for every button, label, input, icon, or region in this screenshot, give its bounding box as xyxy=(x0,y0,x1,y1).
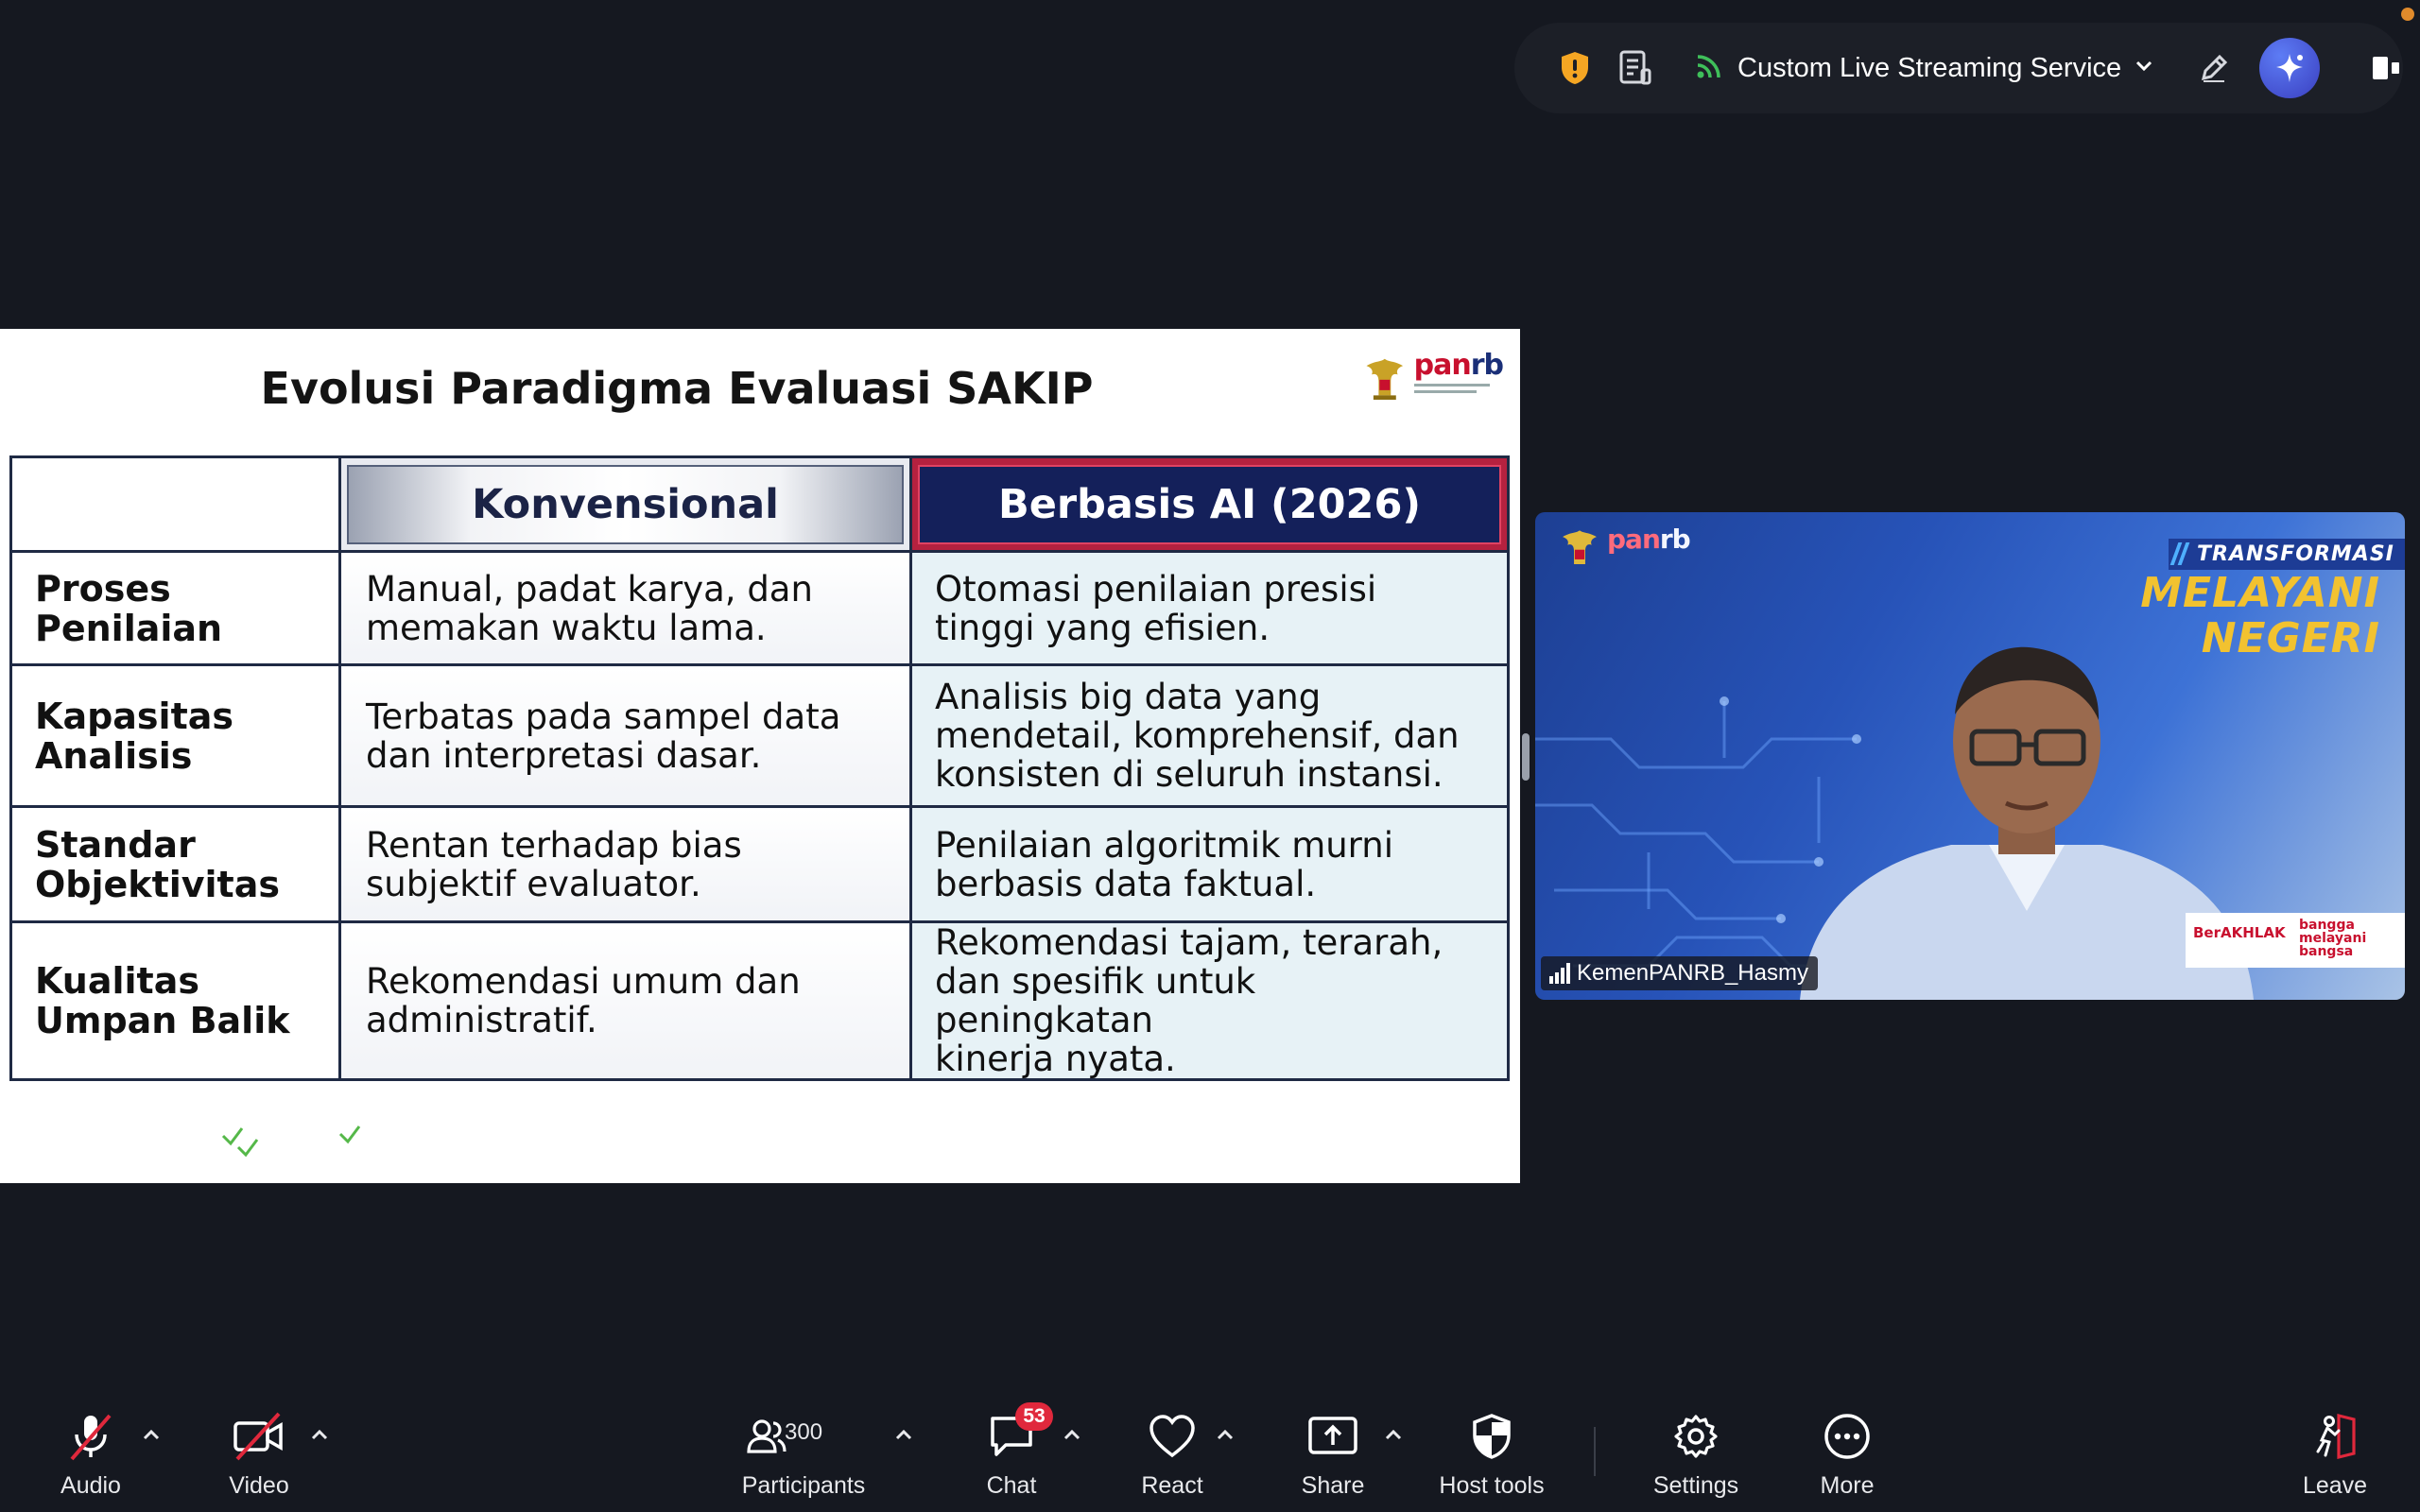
berbasis-ai-cell: Penilaian algoritmik murni berbasis data … xyxy=(909,805,1510,923)
react-options-chevron-icon[interactable] xyxy=(1214,1423,1236,1446)
konvensional-cell: Rentan terhadap bias subjektif evaluator. xyxy=(338,805,912,923)
react-button[interactable]: React xyxy=(1134,1408,1210,1512)
shared-screen-slide: Evolusi Paradigma Evaluasi SAKIP panrb K… xyxy=(0,329,1520,1183)
camera-off-icon xyxy=(231,1408,287,1465)
berbasis-ai-cell: Rekomendasi tajam, terarah, dan spesifik … xyxy=(909,920,1510,1081)
host-tools-button[interactable]: Host tools xyxy=(1435,1408,1548,1512)
panrb-logo: panrb xyxy=(1361,349,1504,412)
live-stream-label: Custom Live Streaming Service xyxy=(1737,52,2122,83)
chat-button[interactable]: 53 Chat xyxy=(974,1402,1053,1512)
table-header-row: Konvensional Berbasis AI (2026) xyxy=(9,455,1510,553)
meeting-info-icon[interactable] xyxy=(1613,45,1658,91)
panel-resize-handle[interactable] xyxy=(1522,733,1530,781)
transformasi-tag: TRANSFORMASI xyxy=(2169,539,2405,570)
participant-video-tile[interactable]: panrb TRANSFORMASI MELAYANI NEGERI BerAK… xyxy=(1535,512,2405,1000)
chevron-down-icon[interactable] xyxy=(2135,60,2153,77)
ai-companion-button[interactable] xyxy=(2259,38,2320,98)
audio-options-chevron-icon[interactable] xyxy=(140,1423,163,1446)
table-row: Kapasitas Analisis Terbatas pada sampel d… xyxy=(9,663,1510,808)
more-ellipsis-icon xyxy=(1819,1408,1876,1465)
header-konvensional: Konvensional xyxy=(338,455,912,553)
toolbar-divider xyxy=(1594,1427,1596,1476)
video-panrb-logo: panrb xyxy=(1558,524,1691,571)
garuda-emblem-icon xyxy=(1366,358,1404,400)
video-button[interactable]: Video xyxy=(221,1408,297,1512)
berbasis-ai-cell: Analisis big data yang mendetail, kompreh… xyxy=(909,663,1510,808)
share-options-chevron-icon[interactable] xyxy=(1382,1423,1405,1446)
table-row: Kualitas Umpan Balik Rekomendasi umum dan… xyxy=(9,920,1510,1081)
comparison-table: Konvensional Berbasis AI (2026) Proses Pe… xyxy=(9,455,1510,1081)
header-empty-cell xyxy=(9,455,341,553)
microphone-muted-icon xyxy=(62,1408,119,1465)
annotate-pencil-icon[interactable] xyxy=(2191,45,2237,91)
side-panel-icon[interactable] xyxy=(2363,45,2409,91)
security-shield-icon[interactable] xyxy=(1552,45,1598,91)
panrb-wordmark: panrb xyxy=(1413,349,1504,382)
meeting-controls-toolbar: Audio Video 300 Participants 53 Chat Rea… xyxy=(0,1370,2420,1512)
garuda-emblem-icon xyxy=(1563,530,1597,565)
table-row: Proses Penilaian Manual, padat karya, dan… xyxy=(9,550,1510,666)
participants-icon xyxy=(747,1419,786,1453)
participants-button[interactable]: 300 Participants xyxy=(737,1408,870,1512)
leave-button[interactable]: Leave xyxy=(2297,1408,2373,1512)
participants-count: 300 xyxy=(785,1419,823,1445)
meeting-info-bar: Custom Live Streaming Service xyxy=(1514,23,2403,113)
chat-options-chevron-icon[interactable] xyxy=(1061,1423,1083,1446)
heart-icon xyxy=(1144,1408,1201,1465)
berbasis-ai-cell: Otomasi penilaian presisi tinggi yang efi… xyxy=(909,550,1510,666)
check-marks-decoration xyxy=(221,1125,361,1158)
konvensional-cell: Manual, padat karya, dan memakan waktu la… xyxy=(338,550,912,666)
row-label: Proses Penilaian xyxy=(9,550,341,666)
host-shield-icon xyxy=(1463,1408,1520,1465)
video-panrb-wordmark: panrb xyxy=(1607,524,1691,555)
signal-strength-icon xyxy=(1549,963,1570,984)
leave-door-icon xyxy=(2307,1408,2363,1465)
sparkle-icon xyxy=(2276,54,2303,82)
participant-name-label: KemenPANRB_Hasmy xyxy=(1541,956,1818,990)
row-label: Kualitas Umpan Balik xyxy=(9,920,341,1081)
berakhlak-banner: BerAKHLAK bangga melayani bangsa xyxy=(2186,913,2405,968)
table-row: Standar Objektivitas Rentan terhadap bias… xyxy=(9,805,1510,923)
audio-button[interactable]: Audio xyxy=(53,1408,129,1512)
header-berbasis-ai: Berbasis AI (2026) xyxy=(909,455,1510,553)
chat-unread-badge: 53 xyxy=(1015,1402,1053,1431)
konvensional-cell: Terbatas pada sampel data dan interpretas… xyxy=(338,663,912,808)
live-stream-icon xyxy=(1694,51,1724,86)
settings-button[interactable]: Settings xyxy=(1649,1408,1743,1512)
participants-options-chevron-icon[interactable] xyxy=(892,1423,915,1446)
video-options-chevron-icon[interactable] xyxy=(308,1423,331,1446)
row-label: Kapasitas Analisis xyxy=(9,663,341,808)
share-screen-icon xyxy=(1305,1408,1361,1465)
row-label: Standar Objektivitas xyxy=(9,805,341,923)
notification-dot xyxy=(2401,8,2414,21)
share-button[interactable]: Share xyxy=(1295,1408,1371,1512)
slide-title: Evolusi Paradigma Evaluasi SAKIP xyxy=(260,363,1094,414)
chat-icon: 53 xyxy=(983,1402,1053,1465)
gear-icon xyxy=(1668,1408,1724,1465)
more-button[interactable]: More xyxy=(1809,1408,1885,1512)
konvensional-cell: Rekomendasi umum dan administratif. xyxy=(338,920,912,1081)
live-stream-status[interactable]: Custom Live Streaming Service xyxy=(1694,49,2153,87)
